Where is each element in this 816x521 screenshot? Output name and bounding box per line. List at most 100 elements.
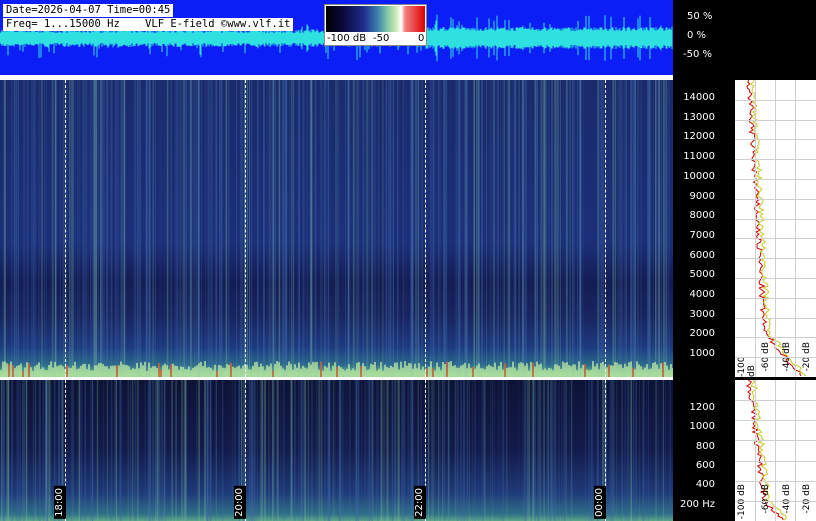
spectrogram-lowband bbox=[106, 366, 108, 377]
spectrogram-lowband bbox=[544, 368, 546, 377]
spectrogram-lowband bbox=[286, 365, 288, 377]
spectrogram-streak bbox=[504, 80, 505, 377]
spectrogram-lowband bbox=[172, 363, 174, 377]
spectrogram-streak bbox=[67, 380, 69, 521]
spectrogram-lowband bbox=[292, 369, 294, 377]
spectrogram-streak bbox=[185, 80, 187, 377]
spectrogram-streak bbox=[491, 380, 494, 521]
frequency-label: Freq= 1...15000 Hz VLF E-field ©www.vlf.… bbox=[3, 18, 294, 31]
spectrogram-streak bbox=[321, 80, 323, 377]
spectrogram-streak bbox=[175, 380, 177, 521]
spectrogram-streak bbox=[319, 380, 321, 521]
spectrogram-streak bbox=[39, 380, 41, 521]
spectrogram-streak bbox=[61, 80, 63, 377]
spectrogram-lowband bbox=[118, 365, 120, 377]
spectrogram-lowband bbox=[444, 363, 446, 377]
spectrogram-lowband bbox=[356, 362, 358, 377]
spectrogram-streak bbox=[500, 80, 501, 377]
time-gridline bbox=[425, 80, 426, 377]
spectrogram-streak bbox=[290, 380, 293, 521]
spectrogram-lowband bbox=[540, 363, 542, 377]
spectrogram-streak bbox=[16, 380, 19, 521]
spectrogram-lowband bbox=[26, 362, 28, 377]
spectrogram-streak bbox=[229, 80, 230, 377]
spectrogram-streak bbox=[163, 380, 165, 521]
spectrogram-lowband bbox=[192, 368, 194, 377]
spectrogram-streak bbox=[149, 380, 152, 521]
spectrogram-lowband bbox=[178, 370, 180, 377]
spectrogram-streak bbox=[193, 80, 196, 377]
spectrogram-streak bbox=[0, 380, 3, 521]
spectrogram-lowband bbox=[56, 366, 58, 377]
spectrogram-streak bbox=[272, 80, 274, 377]
spectrogram-streak bbox=[176, 80, 179, 377]
spectrogram-streak bbox=[257, 380, 258, 521]
spectrogram-lowband bbox=[394, 362, 396, 377]
spectrum-profile-bottom: -100 dB -60 dB -40 dB -20 dB bbox=[735, 380, 816, 521]
spectrogram-streak bbox=[410, 380, 411, 521]
spectrogram-lowband bbox=[20, 363, 22, 377]
spectrogram-streak bbox=[361, 380, 363, 521]
spectrogram-lowband bbox=[296, 367, 298, 377]
spectrogram-lowband bbox=[326, 367, 328, 377]
spectrogram-streak bbox=[356, 80, 358, 377]
spectrogram-streak bbox=[82, 380, 84, 521]
freq-label-bottom: 800 bbox=[695, 440, 715, 452]
spectrogram-lowband bbox=[258, 366, 260, 377]
spectrogram-streak bbox=[620, 80, 623, 377]
spectrogram-streak bbox=[179, 80, 182, 377]
spectrogram-streak bbox=[96, 380, 99, 521]
spectrogram-lowband bbox=[324, 365, 326, 377]
spectrogram-lowband bbox=[644, 367, 646, 377]
spectrogram-streak bbox=[285, 80, 288, 377]
spectrogram-streak bbox=[280, 380, 281, 521]
spectrogram-streak bbox=[137, 380, 139, 521]
spectrogram-lowband bbox=[66, 365, 68, 377]
spectrogram-streak bbox=[308, 380, 310, 521]
spectrogram-streak bbox=[298, 380, 300, 521]
freq-label-top: 7000 bbox=[689, 229, 715, 241]
spectrogram-streak bbox=[50, 80, 52, 377]
spectrogram-streak bbox=[557, 80, 559, 377]
spectrogram-lowband bbox=[154, 366, 156, 377]
db-label-top-100: -100 dB bbox=[737, 356, 757, 377]
spectrogram-lowband bbox=[138, 368, 140, 377]
spectrogram-lowband bbox=[618, 364, 620, 377]
spectrogram-lowband bbox=[248, 369, 250, 377]
spectrogram-lowband bbox=[386, 367, 388, 377]
spectrogram-lowband bbox=[202, 366, 204, 377]
spectrogram-streak bbox=[167, 80, 169, 377]
spectrogram-streak bbox=[463, 380, 464, 521]
spectrogram-streak bbox=[472, 380, 474, 521]
spectrogram-streak bbox=[560, 80, 561, 377]
spectrogram-streak bbox=[52, 80, 54, 377]
spectrogram-streak bbox=[405, 80, 407, 377]
time-label-2200: 22:00 bbox=[414, 486, 426, 519]
spectrogram-streak bbox=[134, 380, 136, 521]
spectrogram-streak bbox=[391, 80, 392, 377]
spectrogram-streak bbox=[92, 380, 93, 521]
colorbar-label-min: -100 dB bbox=[327, 33, 367, 44]
spectrogram-lowband bbox=[346, 368, 348, 377]
spectrogram-streak bbox=[147, 380, 150, 521]
spectrogram-lowband bbox=[334, 362, 336, 377]
spectrogram-lowband bbox=[524, 365, 526, 377]
spectrogram-lowband bbox=[640, 366, 642, 377]
profile-trace bbox=[749, 80, 807, 377]
spectrogram-streak bbox=[3, 380, 5, 521]
spectrogram-streak bbox=[392, 80, 394, 377]
spectrogram-lowband bbox=[506, 367, 508, 377]
spectrogram-streak bbox=[330, 80, 332, 377]
spectrogram-lowband bbox=[606, 367, 608, 377]
spectrogram-lowband bbox=[500, 361, 502, 377]
spectrogram-streak bbox=[610, 380, 613, 521]
spectrogram-lowband bbox=[228, 364, 230, 377]
spectrogram-lowband bbox=[598, 369, 600, 377]
spectrogram-streak bbox=[385, 380, 388, 521]
spectrogram-lowband bbox=[430, 361, 432, 377]
spectrogram-streak bbox=[366, 380, 368, 521]
spectrogram-streak bbox=[634, 80, 636, 377]
spectrogram-lowband bbox=[534, 366, 536, 377]
spectrogram-lowband bbox=[338, 365, 340, 377]
spectrogram-lowband bbox=[212, 370, 214, 377]
